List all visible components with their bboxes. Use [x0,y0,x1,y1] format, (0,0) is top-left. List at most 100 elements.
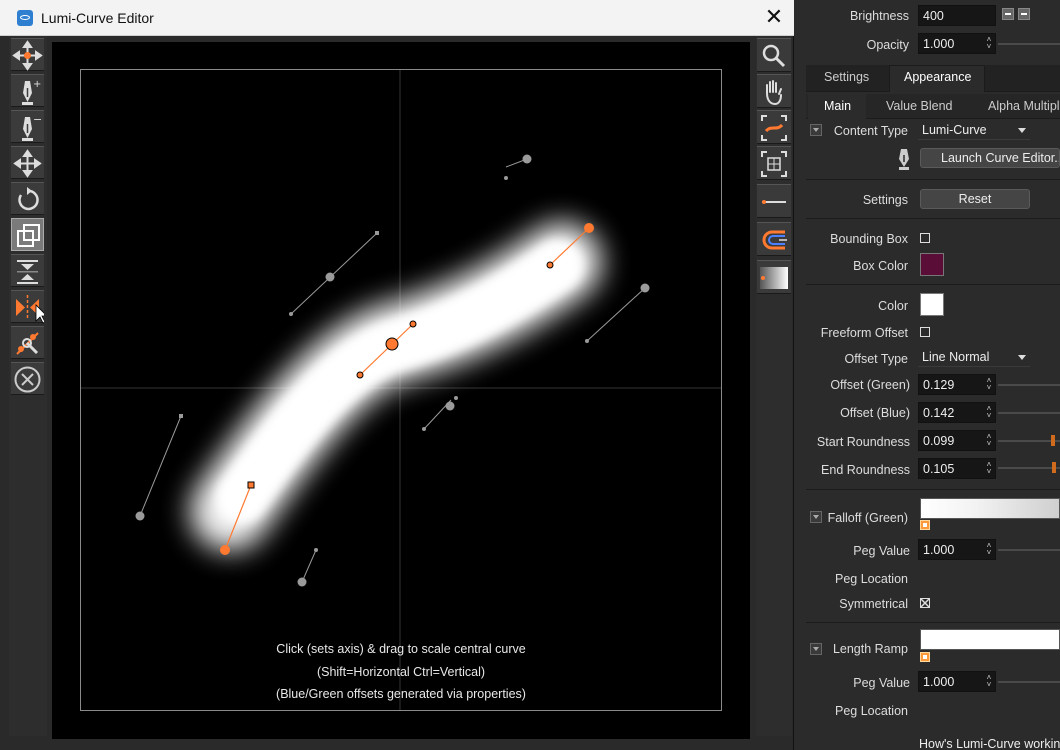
help-link[interactable]: How's Lumi-Curve working [919,737,1060,750]
freeform-offset-checkbox[interactable] [920,327,930,337]
pan-tool[interactable] [757,74,791,108]
freeform-offset-label: Freeform Offset [820,326,908,340]
tab-appearance[interactable]: Appearance [904,70,971,84]
magnet-tool[interactable] [757,222,791,256]
pan-hand-icon [766,80,782,106]
offset-blue-field[interactable]: 0.142 ˄ ˅ [918,402,996,423]
falloff-gradient-bar[interactable] [920,498,1060,519]
offset-blue-spinner[interactable]: ˄ ˅ [985,405,993,420]
line-width-tool[interactable] [757,184,791,218]
flip-vertical-tool[interactable] [11,254,44,287]
start-roundness-slider-handle[interactable] [1051,435,1056,446]
bounding-box-checkbox[interactable] [920,233,930,243]
rotate-tool[interactable] [11,182,44,215]
falloff-peg-value-field[interactable]: 1.000 ˄ ˅ [918,539,996,560]
gradient-preview-tool[interactable] [757,260,791,294]
move-points-tool[interactable] [11,38,44,71]
pen-remove-tool[interactable]: − [11,110,44,143]
falloff-peg-marker[interactable] [920,520,930,530]
right-toolbar [756,36,792,736]
checkmark-icon [920,598,930,608]
end-roundness-label: End Roundness [821,463,910,477]
symmetrical-checkbox[interactable] [920,598,930,608]
line-width-icon [762,200,786,204]
offset-blue-slider[interactable] [998,412,1060,414]
offset-green-spinner[interactable]: ˄ ˅ [985,377,993,392]
opacity-field[interactable]: 1.000 ˄ ˅ [918,33,996,54]
length-ramp-gradient-bar[interactable] [920,629,1060,650]
scale-tool[interactable] [11,218,44,251]
end-roundness-slider[interactable] [998,462,1060,473]
properties-panel: Brightness 400 Opacity 1.000 ˄ ˅ Settings … [794,0,1060,750]
offset-green-field[interactable]: 0.129 ˄ ˅ [918,374,996,395]
offset-type-dropdown[interactable]: Line Normal [918,348,1030,367]
brightness-field[interactable]: 400 [918,5,996,26]
pen-icon [899,149,909,170]
offset-green-slider[interactable] [998,384,1060,386]
chevron-down-icon [1018,355,1026,360]
pen-add-tool[interactable]: + [11,74,44,107]
frame-border [80,69,722,711]
sub-tab-main[interactable]: Main [824,99,851,113]
pen-add-icon: + [22,79,41,105]
settings-label: Settings [862,193,908,207]
hint-line-1: Click (sets axis) & drag to scale centra… [276,642,526,656]
reset-button[interactable]: Reset [920,189,1030,209]
start-roundness-slider[interactable] [998,435,1060,446]
divider [806,218,1060,219]
launch-curve-editor-button[interactable]: Launch Curve Editor... [920,148,1060,168]
bounding-box-label: Bounding Box [830,232,908,246]
length-ramp-peg-marker[interactable] [920,652,930,662]
hint-line-2: (Shift=Horizontal Ctrl=Vertical) [316,665,486,679]
reset-tool[interactable] [11,362,44,395]
fit-frame-tool[interactable] [757,146,791,180]
length-ramp-peg-value-field[interactable]: 1.000 ˄ ˅ [918,671,996,692]
end-roundness-slider-handle[interactable] [1051,462,1056,473]
start-roundness-label: Start Roundness [816,435,910,449]
length-ramp-label: Length Ramp [832,642,908,656]
svg-text:−: − [33,113,42,126]
flip-horizontal-tool[interactable] [11,290,44,324]
move-all-tool[interactable] [11,146,44,179]
window-title: Lumi-Curve Editor [41,10,154,26]
lumi-curve-glow [190,222,602,551]
color-label: Color [878,299,908,313]
start-roundness-field[interactable]: 0.099 ˄ ˅ [918,430,996,451]
box-color-swatch[interactable] [920,253,944,276]
peg-value-spinner[interactable]: ˄ ˅ [985,542,993,557]
end-roundness-spinner[interactable]: ˄ ˅ [985,461,993,476]
magnify-tool[interactable] [757,38,791,72]
close-icon[interactable]: ✕ [760,4,788,32]
brightness-decrement-button[interactable] [1002,8,1014,20]
app-icon [17,10,33,26]
length-ramp-peg-value-slider[interactable] [998,681,1060,683]
offset-green-label: Offset (Green) [830,378,910,392]
falloff-peg-value-slider[interactable] [998,549,1060,551]
sub-tab-alpha-multiply[interactable]: Alpha Multipl [988,99,1060,113]
brightness-increment-button[interactable] [1018,8,1030,20]
peg-location-label: Peg Location [835,704,908,718]
gradient-preview-icon [760,267,788,289]
opacity-slider[interactable] [998,43,1060,45]
reset-x-icon [14,366,41,393]
end-roundness-field[interactable]: 0.105 ˄ ˅ [918,458,996,479]
sub-tab-value-blend[interactable]: Value Blend [886,99,953,113]
opacity-spinner[interactable]: ˄ ˅ [985,36,993,51]
content-type-label: Content Type [833,124,908,138]
title-bar[interactable]: Lumi-Curve Editor ✕ [0,0,794,36]
divider [806,179,1060,180]
symmetrical-label: Symmetrical [839,597,908,611]
falloff-green-label: Falloff (Green) [827,511,908,525]
content-type-dropdown[interactable]: Lumi-Curve [918,121,1030,140]
curve-canvas[interactable]: Click (sets axis) & drag to scale centra… [52,42,750,739]
tab-settings[interactable]: Settings [824,70,869,84]
flip-horizontal-icon [16,295,44,324]
start-roundness-spinner[interactable]: ˄ ˅ [985,433,993,448]
chevron-down-icon [1018,128,1026,133]
move-points-icon [12,40,43,71]
peg-value-spinner[interactable]: ˄ ˅ [985,674,993,689]
color-swatch[interactable] [920,293,944,316]
fit-curve-tool[interactable] [757,110,791,144]
pivot-tool[interactable] [11,326,44,359]
divider [806,489,1060,490]
